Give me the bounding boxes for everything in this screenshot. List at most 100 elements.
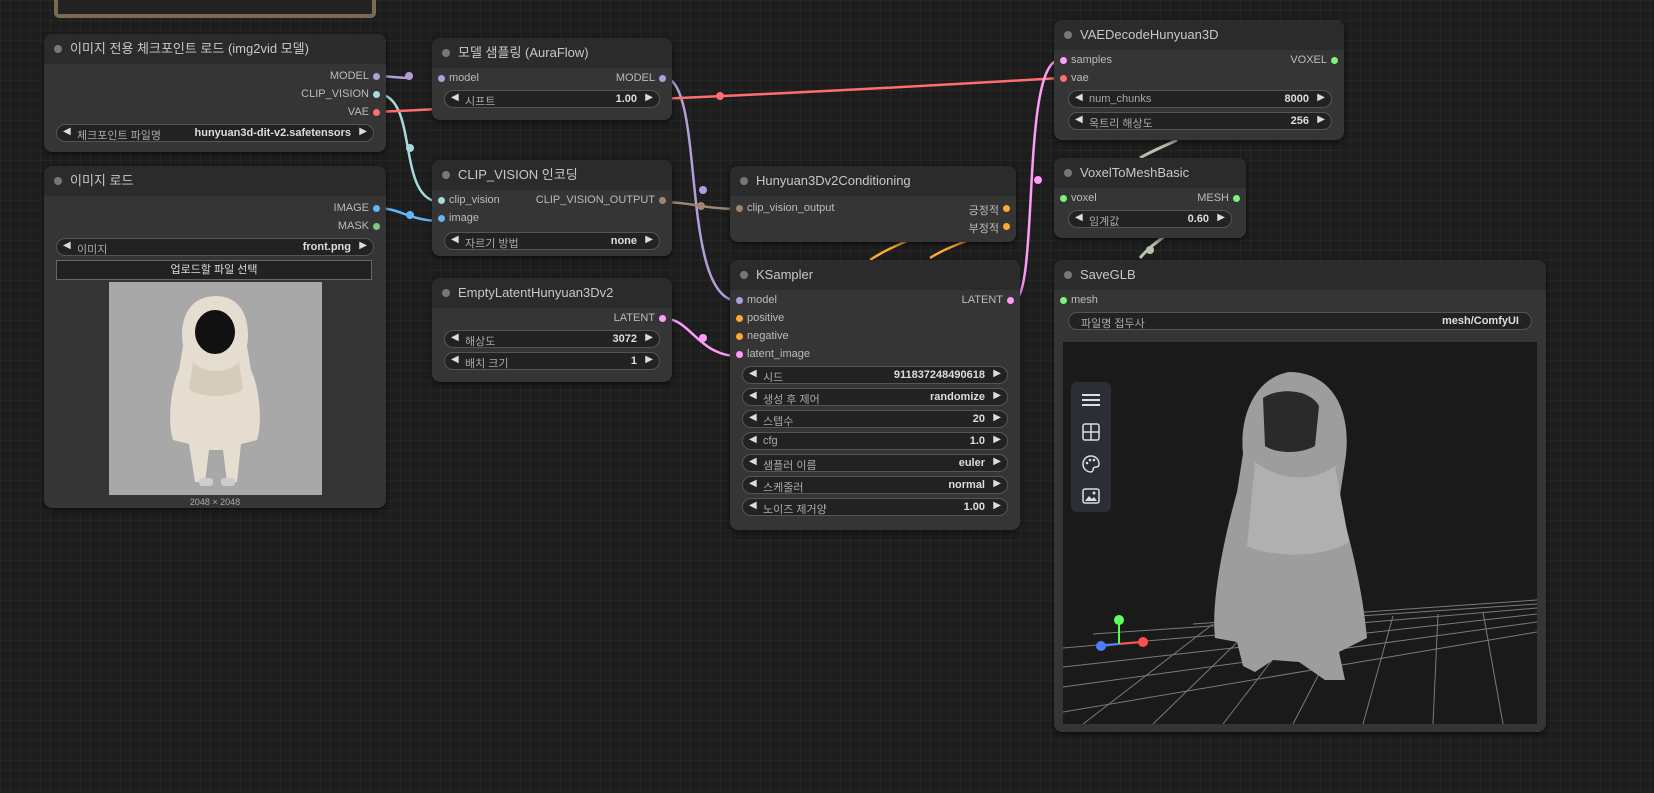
node-ksampler[interactable]: KSampler model LATENT positive negative l…	[730, 260, 1020, 530]
control-after-generate-widget[interactable]: ◀ 생성 후 제어 randomize ▶	[742, 388, 1008, 406]
input-port[interactable]	[438, 215, 445, 222]
collapse-dot[interactable]	[1064, 31, 1072, 39]
increment-arrow[interactable]: ▶	[993, 500, 1001, 511]
input-slot-vae[interactable]: vae	[1054, 70, 1344, 88]
filename-prefix-field[interactable]: 파일명 접두사 mesh/ComfyUI	[1068, 312, 1532, 330]
increment-arrow[interactable]: ▶	[359, 126, 367, 137]
menu-icon[interactable]	[1071, 384, 1111, 416]
decrement-arrow[interactable]: ◀	[451, 92, 459, 103]
3d-viewport[interactable]	[1063, 342, 1537, 724]
increment-arrow[interactable]: ▶	[1317, 114, 1325, 125]
node-title[interactable]: SaveGLB	[1054, 260, 1546, 290]
output-port[interactable]	[373, 73, 380, 80]
input-slot-negative[interactable]: negative	[730, 328, 1020, 346]
output-slot-model[interactable]: MODEL	[44, 68, 386, 86]
output-port[interactable]	[659, 75, 666, 82]
threshold-widget[interactable]: ◀ 임계값 0.60 ▶	[1068, 210, 1232, 228]
increment-arrow[interactable]: ▶	[1217, 212, 1225, 223]
decrement-arrow[interactable]: ◀	[749, 368, 757, 379]
input-port[interactable]	[1060, 297, 1067, 304]
crop-widget[interactable]: ◀ 자르기 방법 none ▶	[444, 232, 660, 250]
input-port[interactable]	[736, 333, 743, 340]
increment-arrow[interactable]: ▶	[359, 240, 367, 251]
output-port[interactable]	[659, 197, 666, 204]
grid-icon[interactable]	[1071, 416, 1111, 448]
collapse-dot[interactable]	[740, 177, 748, 185]
output-port[interactable]	[373, 91, 380, 98]
sampler-name-widget[interactable]: ◀ 샘플러 이름 euler ▶	[742, 454, 1008, 472]
checkpoint-combo[interactable]: ◀ 체크포인트 파일명 hunyuan3d-dit-v2.safetensors ▶	[56, 124, 374, 142]
input-port[interactable]	[736, 351, 743, 358]
input-slot-image[interactable]: image	[432, 210, 672, 228]
node-voxel-to-mesh[interactable]: VoxelToMeshBasic voxel MESH ◀ 임계값 0.60 ▶	[1054, 158, 1246, 238]
decrement-arrow[interactable]: ◀	[451, 332, 459, 343]
io-slot-model[interactable]: model MODEL	[432, 70, 672, 88]
increment-arrow[interactable]: ▶	[993, 412, 1001, 423]
node-title[interactable]: 모델 샘플링 (AuraFlow)	[432, 38, 672, 68]
cfg-widget[interactable]: ◀ cfg 1.0 ▶	[742, 432, 1008, 450]
decrement-arrow[interactable]: ◀	[1075, 114, 1083, 125]
output-port[interactable]	[373, 205, 380, 212]
resolution-widget[interactable]: ◀ 해상도 3072 ▶	[444, 330, 660, 348]
node-title[interactable]: EmptyLatentHunyuan3Dv2	[432, 278, 672, 308]
decrement-arrow[interactable]: ◀	[451, 354, 459, 365]
io-slot-clip-vision[interactable]: clip_vision CLIP_VISION_OUTPUT	[432, 192, 672, 210]
decrement-arrow[interactable]: ◀	[1075, 212, 1083, 223]
collapse-dot[interactable]	[740, 271, 748, 279]
image-combo[interactable]: ◀ 이미지 front.png ▶	[56, 238, 374, 256]
increment-arrow[interactable]: ▶	[993, 390, 1001, 401]
node-title[interactable]: CLIP_VISION 인코딩	[432, 160, 672, 190]
io-slot-clip-vision-output[interactable]: clip_vision_output 긍정적	[730, 200, 1016, 218]
output-slot-latent[interactable]: LATENT	[432, 310, 672, 328]
output-port[interactable]	[659, 315, 666, 322]
output-port[interactable]	[373, 223, 380, 230]
node-title[interactable]: KSampler	[730, 260, 1020, 290]
input-port[interactable]	[1060, 57, 1067, 64]
increment-arrow[interactable]: ▶	[993, 434, 1001, 445]
node-checkpoint-loader[interactable]: 이미지 전용 체크포인트 로드 (img2vid 모델) MODEL CLIP_…	[44, 34, 386, 152]
decrement-arrow[interactable]: ◀	[749, 500, 757, 511]
decrement-arrow[interactable]: ◀	[63, 126, 71, 137]
denoise-widget[interactable]: ◀ 노이즈 제거양 1.00 ▶	[742, 498, 1008, 516]
output-slot-clip-vision[interactable]: CLIP_VISION	[44, 86, 386, 104]
node-empty-latent[interactable]: EmptyLatentHunyuan3Dv2 LATENT ◀ 해상도 3072 ▶ …	[432, 278, 672, 382]
output-slot-mask[interactable]: MASK	[44, 218, 386, 236]
scheduler-widget[interactable]: ◀ 스케줄러 normal ▶	[742, 476, 1008, 494]
increment-arrow[interactable]: ▶	[1317, 92, 1325, 103]
node-save-glb[interactable]: SaveGLB mesh 파일명 접두사 mesh/ComfyUI	[1054, 260, 1546, 732]
input-slot-mesh[interactable]: mesh	[1054, 292, 1546, 310]
increment-arrow[interactable]: ▶	[645, 332, 653, 343]
collapse-dot[interactable]	[442, 49, 450, 57]
output-port[interactable]	[1007, 297, 1014, 304]
node-clip-vision-encode[interactable]: CLIP_VISION 인코딩 clip_vision CLIP_VISION_O…	[432, 160, 672, 256]
node-vae-decode[interactable]: VAEDecodeHunyuan3D samples VOXEL vae ◀ num…	[1054, 20, 1344, 140]
increment-arrow[interactable]: ▶	[645, 354, 653, 365]
seed-widget[interactable]: ◀ 시드 911837248490618 ▶	[742, 366, 1008, 384]
palette-icon[interactable]	[1071, 448, 1111, 480]
input-port[interactable]	[736, 205, 743, 212]
input-port[interactable]	[438, 197, 445, 204]
increment-arrow[interactable]: ▶	[993, 368, 1001, 379]
decrement-arrow[interactable]: ◀	[749, 456, 757, 467]
increment-arrow[interactable]: ▶	[645, 92, 653, 103]
collapse-dot[interactable]	[1064, 169, 1072, 177]
io-slot-voxel[interactable]: voxel MESH	[1054, 190, 1246, 208]
output-slot-negative[interactable]: 부정적	[730, 218, 1016, 236]
input-port[interactable]	[438, 75, 445, 82]
input-port[interactable]	[736, 315, 743, 322]
input-slot-latent-image[interactable]: latent_image	[730, 346, 1020, 364]
decrement-arrow[interactable]: ◀	[749, 434, 757, 445]
node-title[interactable]: 이미지 로드	[44, 166, 386, 196]
io-slot-model[interactable]: model LATENT	[730, 292, 1020, 310]
decrement-arrow[interactable]: ◀	[749, 412, 757, 423]
octree-resolution-widget[interactable]: ◀ 옥트리 해상도 256 ▶	[1068, 112, 1332, 130]
collapse-dot[interactable]	[442, 171, 450, 179]
node-conditioning[interactable]: Hunyuan3Dv2Conditioning clip_vision_outp…	[730, 166, 1016, 242]
input-port[interactable]	[1060, 75, 1067, 82]
output-slot-image[interactable]: IMAGE	[44, 200, 386, 218]
num-chunks-widget[interactable]: ◀ num_chunks 8000 ▶	[1068, 90, 1332, 108]
increment-arrow[interactable]: ▶	[993, 478, 1001, 489]
input-slot-positive[interactable]: positive	[730, 310, 1020, 328]
node-title[interactable]: Hunyuan3Dv2Conditioning	[730, 166, 1016, 196]
shift-widget[interactable]: ◀ 시프트 1.00 ▶	[444, 90, 660, 108]
